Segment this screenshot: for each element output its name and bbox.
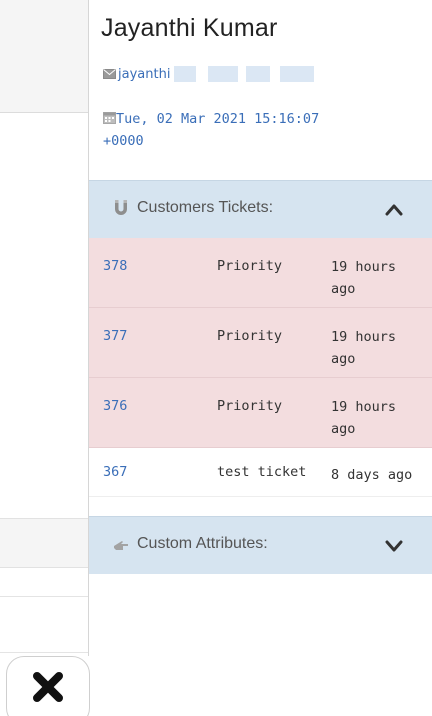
- customer-panel: Jayanthi Kumar jayanthi Tue, 02 Mar 2021…: [89, 0, 432, 716]
- customer-email[interactable]: jayanthi: [103, 66, 315, 82]
- chevron-up-icon[interactable]: [384, 200, 404, 220]
- background-block: [0, 518, 88, 568]
- ticket-id-link[interactable]: 378: [103, 258, 127, 274]
- redacted-block: [280, 66, 315, 82]
- ticket-row[interactable]: 377 Priority 19 hours ago: [89, 308, 432, 378]
- attributes-section-header[interactable]: Custom Attributes:: [89, 516, 432, 574]
- created-date-line1: Tue, 02 Mar 2021 15:16:07: [116, 111, 320, 127]
- created-date-line2: +0000: [103, 133, 144, 149]
- close-panel-button[interactable]: [6, 656, 90, 716]
- ticket-title: Priority: [217, 258, 283, 274]
- ticket-title: Priority: [217, 398, 283, 414]
- ticket-title: Priority: [217, 328, 283, 344]
- tickets-section-title: Customers Tickets:: [137, 199, 274, 216]
- redacted-block: [208, 66, 239, 82]
- ticket-age-line1: 19 hours: [331, 259, 397, 275]
- ticket-age: 8 days ago: [331, 467, 413, 483]
- ticket-age-line2: ago: [331, 421, 356, 437]
- ticket-age: 19 hours ago: [331, 396, 421, 440]
- customer-name: Jayanthi Kumar: [101, 14, 278, 42]
- background-divider: [0, 596, 88, 597]
- ticket-age-line2: ago: [331, 281, 356, 297]
- customer-header: Jayanthi Kumar jayanthi Tue, 02 Mar 2021…: [89, 0, 432, 180]
- ticket-row[interactable]: 378 Priority 19 hours ago: [89, 238, 432, 308]
- background-divider: [0, 652, 88, 653]
- app-frame: Jayanthi Kumar jayanthi Tue, 02 Mar 2021…: [0, 0, 432, 716]
- envelope-icon: [103, 69, 116, 79]
- redacted-block: [246, 66, 271, 82]
- calendar-icon: [103, 112, 116, 124]
- chevron-down-icon[interactable]: [384, 536, 404, 556]
- attributes-section-title: Custom Attributes:: [137, 535, 268, 552]
- ticket-age-line1: 19 hours: [331, 399, 397, 415]
- magnet-icon: [115, 200, 127, 215]
- hand-pointer-icon: [114, 541, 128, 550]
- ticket-age: 19 hours ago: [331, 256, 421, 300]
- ticket-age: 19 hours ago: [331, 326, 421, 370]
- ticket-id-link[interactable]: 367: [103, 464, 127, 480]
- ticket-row[interactable]: 376 Priority 19 hours ago: [89, 378, 432, 448]
- ticket-age-line1: 19 hours: [331, 329, 397, 345]
- ticket-title: test ticket: [217, 464, 307, 480]
- email-text[interactable]: jayanthi: [118, 67, 170, 82]
- ticket-id-link[interactable]: 376: [103, 398, 127, 414]
- customer-created-date: Tue, 02 Mar 2021 15:16:07 +0000: [103, 108, 403, 152]
- background-page: [0, 0, 88, 716]
- close-icon[interactable]: [30, 669, 66, 705]
- ticket-row[interactable]: 367 test ticket 8 days ago: [89, 448, 432, 497]
- tickets-section-header[interactable]: Customers Tickets:: [89, 180, 432, 238]
- background-block: [0, 0, 88, 113]
- ticket-id-link[interactable]: 377: [103, 328, 127, 344]
- ticket-age-line2: ago: [331, 351, 356, 367]
- redacted-block: [174, 66, 197, 82]
- tickets-list: 378 Priority 19 hours ago 377 Priority 19…: [89, 238, 432, 497]
